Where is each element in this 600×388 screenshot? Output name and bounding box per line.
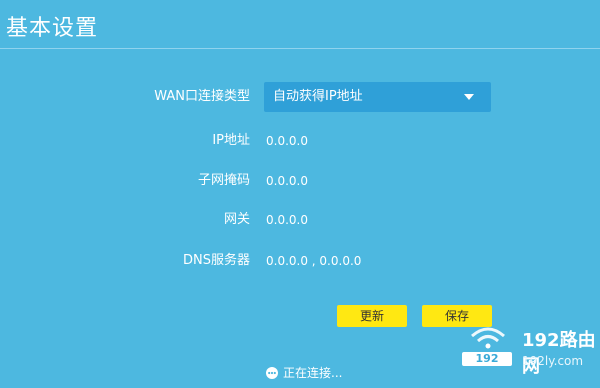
connection-status: 正在连接... xyxy=(266,364,342,382)
gateway-value: 0.0.0.0 xyxy=(266,213,308,227)
dns-value: 0.0.0.0 , 0.0.0.0 xyxy=(266,254,362,268)
dns-label: DNS服务器 xyxy=(183,253,250,268)
wifi-icon xyxy=(471,327,505,349)
subnet-row: 子网掩码 0.0.0.0 xyxy=(0,166,600,196)
page-title: 基本设置 xyxy=(6,16,99,41)
subnet-label: 子网掩码 xyxy=(197,173,250,188)
subnet-value: 0.0.0.0 xyxy=(266,174,308,188)
wan-type-row: WAN口连接类型 自动获得IP地址 xyxy=(0,82,600,112)
connection-status-text: 正在连接... xyxy=(283,366,343,380)
wan-type-select[interactable]: 自动获得IP地址 xyxy=(264,82,491,112)
wan-type-label: WAN口连接类型 xyxy=(154,89,250,104)
title-divider xyxy=(0,48,600,49)
watermark-tag: 192 xyxy=(462,352,512,366)
wan-type-selected-value: 自动获得IP地址 xyxy=(273,89,363,104)
ip-row: IP地址 0.0.0.0 xyxy=(0,126,600,156)
watermark-site: 192ly.com xyxy=(522,354,584,368)
ip-label: IP地址 xyxy=(212,133,250,148)
chevron-down-icon xyxy=(464,94,474,100)
ellipsis-icon xyxy=(266,366,278,379)
ip-value: 0.0.0.0 xyxy=(266,134,308,148)
site-watermark: 192 192路由网 192ly.com xyxy=(462,322,598,382)
dns-row: DNS服务器 0.0.0.0 , 0.0.0.0 xyxy=(0,246,600,276)
refresh-button[interactable]: 更新 xyxy=(337,305,407,327)
gateway-row: 网关 0.0.0.0 xyxy=(0,205,600,235)
gateway-label: 网关 xyxy=(223,212,250,227)
watermark-brand: 192路由网 xyxy=(522,330,596,377)
